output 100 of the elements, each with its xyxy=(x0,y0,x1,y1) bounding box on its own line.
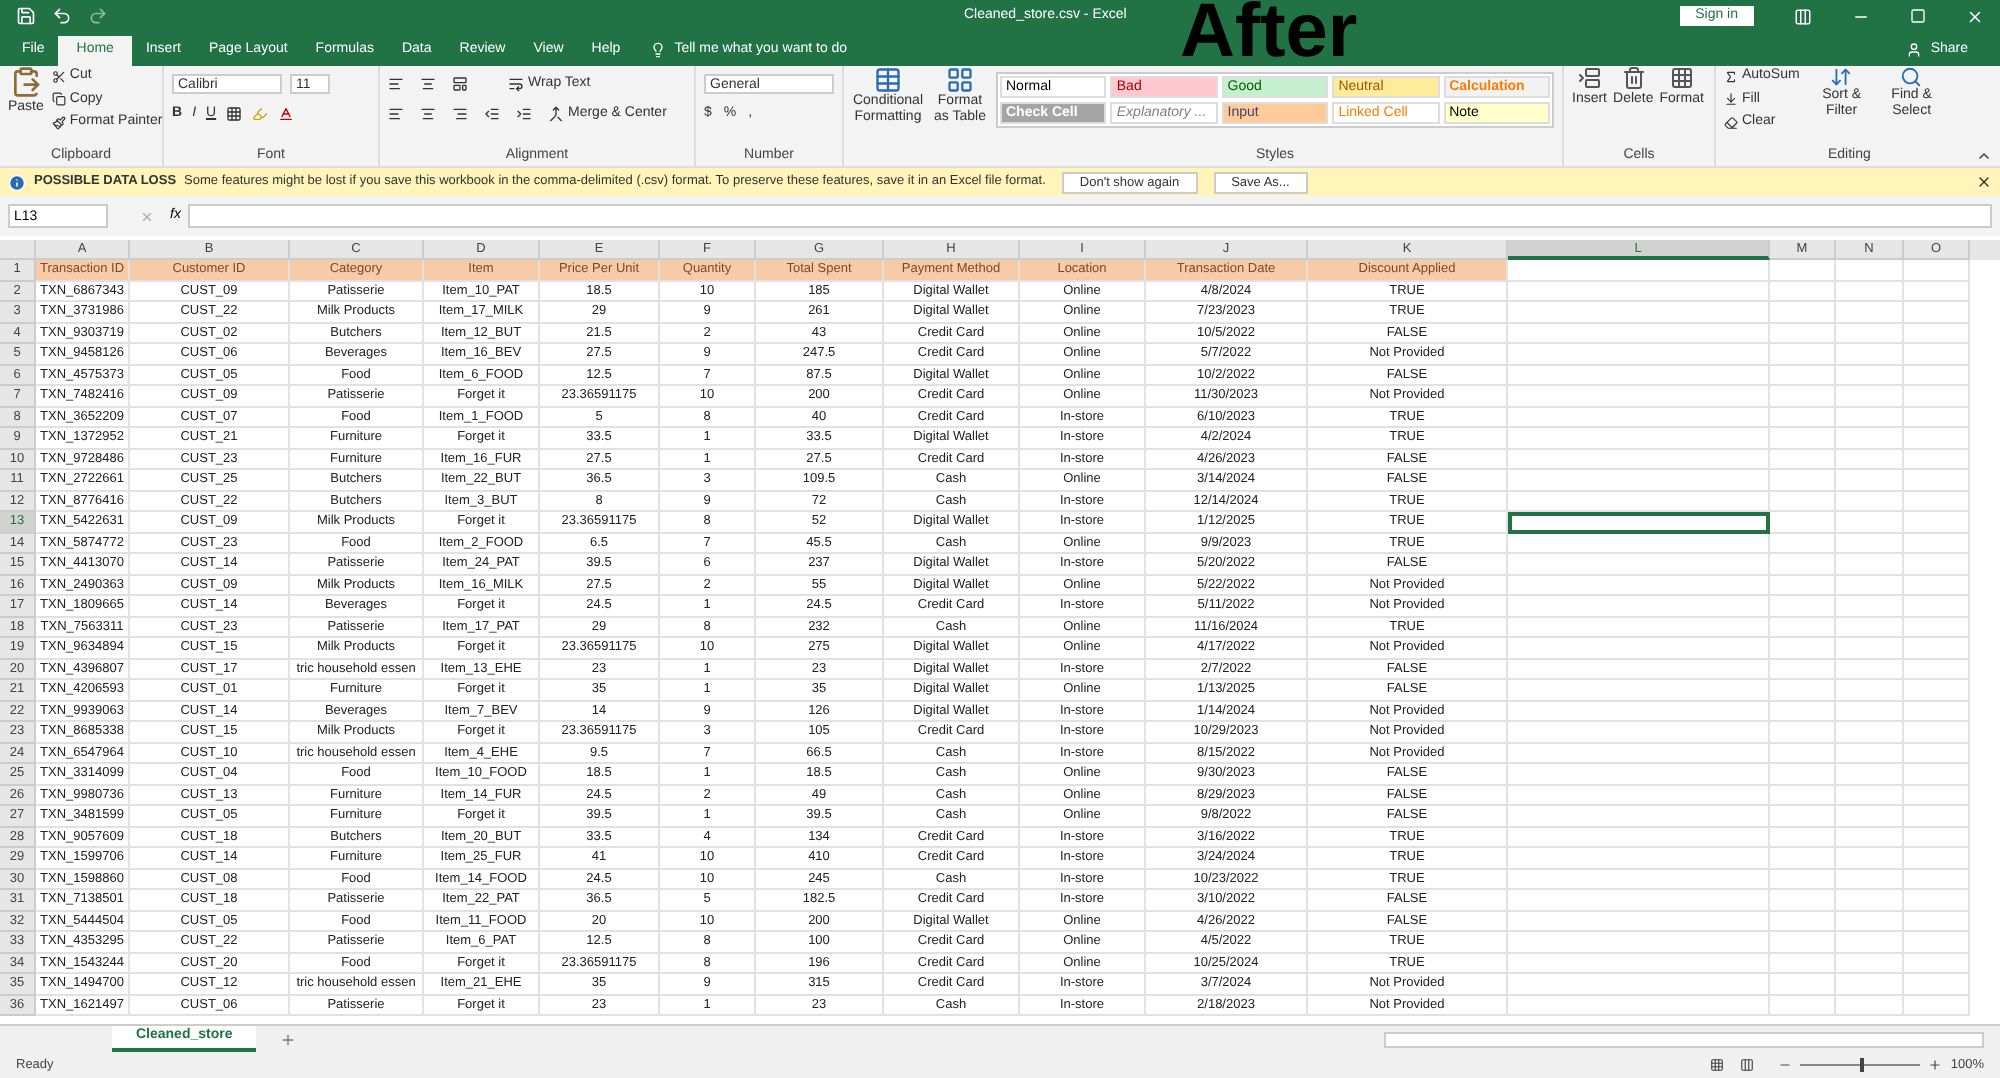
empty-cell[interactable] xyxy=(1836,680,1904,701)
empty-cell[interactable] xyxy=(1904,848,1970,869)
indent-increase-icon[interactable] xyxy=(516,105,532,122)
empty-cell[interactable] xyxy=(1770,260,1836,281)
empty-cell[interactable] xyxy=(1508,911,1770,932)
save-icon[interactable] xyxy=(16,6,36,26)
active-cell[interactable] xyxy=(1508,512,1770,533)
empty-cell[interactable] xyxy=(1770,344,1836,365)
empty-cell[interactable] xyxy=(1770,386,1836,407)
empty-cell[interactable] xyxy=(1508,323,1770,344)
empty-cell[interactable] xyxy=(1904,617,1970,638)
empty-cell[interactable] xyxy=(1836,554,1904,575)
empty-cell[interactable] xyxy=(1836,701,1904,722)
empty-cell[interactable] xyxy=(1770,617,1836,638)
empty-cell[interactable] xyxy=(1508,575,1770,596)
empty-cell[interactable] xyxy=(1770,848,1836,869)
empty-cell[interactable] xyxy=(1770,911,1836,932)
empty-cell[interactable] xyxy=(1904,407,1970,428)
empty-cell[interactable] xyxy=(1508,491,1770,512)
empty-cell[interactable] xyxy=(1770,449,1836,470)
empty-cell[interactable] xyxy=(1770,596,1836,617)
empty-cell[interactable] xyxy=(1770,974,1836,995)
empty-cell[interactable] xyxy=(1508,974,1770,995)
empty-cell[interactable] xyxy=(1508,680,1770,701)
empty-cell[interactable] xyxy=(1508,365,1770,386)
empty-cell[interactable] xyxy=(1508,596,1770,617)
empty-cell[interactable] xyxy=(1770,281,1836,302)
align-left-icon[interactable] xyxy=(388,105,404,122)
empty-cell[interactable] xyxy=(1904,806,1970,827)
empty-cell[interactable] xyxy=(1770,491,1836,512)
empty-cell[interactable] xyxy=(1508,848,1770,869)
font-color-icon[interactable] xyxy=(278,106,295,123)
empty-cell[interactable] xyxy=(1904,491,1970,512)
empty-cell[interactable] xyxy=(1770,680,1836,701)
empty-cell[interactable] xyxy=(1836,281,1904,302)
empty-cell[interactable] xyxy=(1508,533,1770,554)
empty-cell[interactable] xyxy=(1836,491,1904,512)
empty-cell[interactable] xyxy=(1770,428,1836,449)
empty-cell[interactable] xyxy=(1904,344,1970,365)
empty-cell[interactable] xyxy=(1836,743,1904,764)
page-layout-icon[interactable] xyxy=(1740,1058,1755,1072)
empty-cell[interactable] xyxy=(1904,596,1970,617)
empty-cell[interactable] xyxy=(1904,785,1970,806)
empty-cell[interactable] xyxy=(1770,869,1836,890)
horizontal-scrollbar[interactable] xyxy=(1384,1031,1984,1047)
empty-cell[interactable] xyxy=(1508,869,1770,890)
empty-cell[interactable] xyxy=(1770,890,1836,911)
empty-cell[interactable] xyxy=(1904,428,1970,449)
ribbon-display-icon[interactable] xyxy=(1794,7,1812,25)
empty-cell[interactable] xyxy=(1904,554,1970,575)
empty-cell[interactable] xyxy=(1508,701,1770,722)
empty-cell[interactable] xyxy=(1770,512,1836,533)
empty-cell[interactable] xyxy=(1508,386,1770,407)
empty-cell[interactable] xyxy=(1770,323,1836,344)
undo-icon[interactable] xyxy=(52,6,72,26)
empty-cell[interactable] xyxy=(1508,890,1770,911)
empty-cell[interactable] xyxy=(1508,953,1770,974)
empty-cell[interactable] xyxy=(1508,764,1770,785)
empty-cell[interactable] xyxy=(1508,743,1770,764)
empty-cell[interactable] xyxy=(1508,659,1770,680)
empty-cell[interactable] xyxy=(1904,323,1970,344)
empty-cell[interactable] xyxy=(1508,281,1770,302)
empty-cell[interactable] xyxy=(1904,974,1970,995)
empty-cell[interactable] xyxy=(1836,470,1904,491)
maximize-icon[interactable] xyxy=(1910,8,1926,24)
empty-cell[interactable] xyxy=(1770,575,1836,596)
zoom-slider-thumb[interactable] xyxy=(1860,1058,1865,1072)
empty-cell[interactable] xyxy=(1836,407,1904,428)
empty-cell[interactable] xyxy=(1836,869,1904,890)
align-right-icon[interactable] xyxy=(452,105,468,122)
empty-cell[interactable] xyxy=(1904,281,1970,302)
empty-cell[interactable] xyxy=(1770,806,1836,827)
empty-cell[interactable] xyxy=(1836,344,1904,365)
empty-cell[interactable] xyxy=(1836,533,1904,554)
empty-cell[interactable] xyxy=(1904,911,1970,932)
empty-cell[interactable] xyxy=(1836,722,1904,743)
empty-cell[interactable] xyxy=(1836,617,1904,638)
empty-cell[interactable] xyxy=(1836,806,1904,827)
empty-cell[interactable] xyxy=(1836,512,1904,533)
empty-cell[interactable] xyxy=(1770,554,1836,575)
empty-cell[interactable] xyxy=(1836,764,1904,785)
cancel-icon[interactable] xyxy=(140,209,154,223)
empty-cell[interactable] xyxy=(1904,302,1970,323)
empty-cell[interactable] xyxy=(1904,869,1970,890)
empty-cell[interactable] xyxy=(1836,260,1904,281)
empty-cell[interactable] xyxy=(1836,302,1904,323)
empty-cell[interactable] xyxy=(1904,512,1970,533)
empty-cell[interactable] xyxy=(1770,533,1836,554)
empty-cell[interactable] xyxy=(1836,638,1904,659)
empty-cell[interactable] xyxy=(1508,785,1770,806)
empty-cell[interactable] xyxy=(1904,722,1970,743)
empty-cell[interactable] xyxy=(1904,890,1970,911)
empty-cell[interactable] xyxy=(1836,575,1904,596)
empty-cell[interactable] xyxy=(1508,407,1770,428)
empty-cell[interactable] xyxy=(1904,533,1970,554)
empty-cell[interactable] xyxy=(1904,995,1970,1016)
empty-cell[interactable] xyxy=(1508,995,1770,1016)
empty-cell[interactable] xyxy=(1836,428,1904,449)
empty-cell[interactable] xyxy=(1770,785,1836,806)
empty-cell[interactable] xyxy=(1836,953,1904,974)
